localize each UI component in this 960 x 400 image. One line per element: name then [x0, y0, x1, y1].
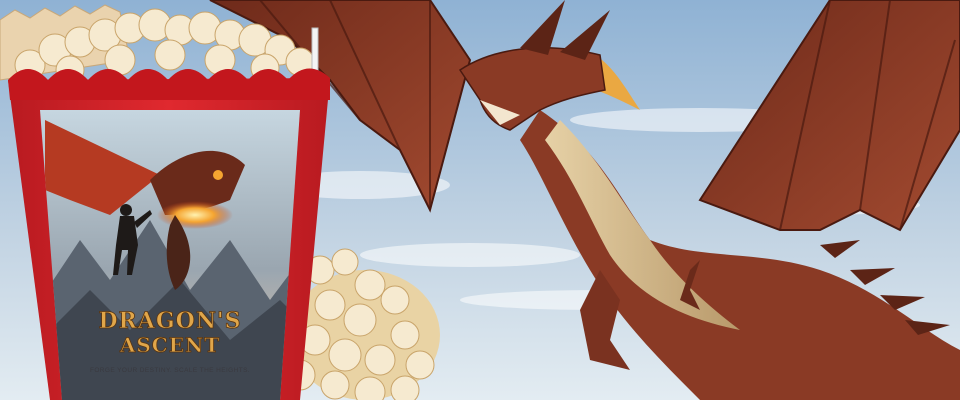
poster-title-line1: DRAGON'S — [98, 308, 241, 334]
popcorn-box: DRAGON'S ASCENT FORGE YOUR DESTINY. SCAL… — [0, 4, 330, 400]
poster-tagline: FORGE YOUR DESTINY. SCALE THE HEIGHTS. — [90, 367, 250, 374]
movie-poster: DRAGON'S ASCENT FORGE YOUR DESTINY. SCAL… — [40, 110, 300, 400]
movie-promo-scene: DRAGON'S ASCENT FORGE YOUR DESTINY. SCAL… — [0, 0, 960, 400]
poster-title-line2: ASCENT — [119, 333, 220, 357]
